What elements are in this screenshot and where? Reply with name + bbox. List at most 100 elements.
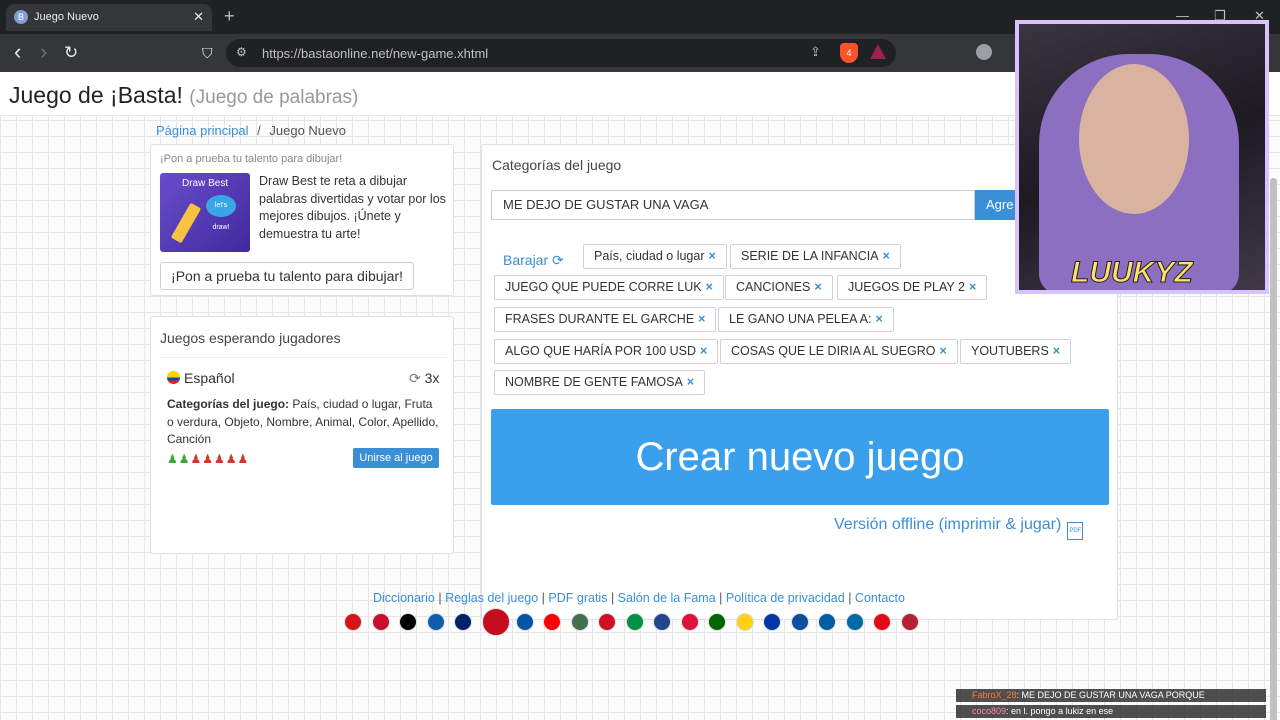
- chat-text: : en l. pongo a lukiz en ese: [1006, 706, 1114, 716]
- rounds-value: 3x: [424, 370, 440, 386]
- reload-button[interactable]: ↻: [64, 43, 78, 63]
- category-tag-label: COSAS QUE LE DIRIA AL SUEGRO: [731, 344, 936, 358]
- remove-tag-icon[interactable]: ×: [883, 249, 890, 263]
- category-tag: País, ciudad o lugar ×: [583, 244, 727, 269]
- address-bar[interactable]: ⚙ https://bastaonline.net/new-game.xhtml…: [226, 39, 896, 67]
- footer-separator: |: [438, 591, 442, 605]
- remove-tag-icon[interactable]: ×: [709, 249, 716, 263]
- new-tab-button[interactable]: +: [224, 6, 235, 27]
- flag-ru-icon[interactable]: [763, 613, 781, 631]
- remove-tag-icon[interactable]: ×: [687, 375, 694, 389]
- flag-si-icon[interactable]: [818, 613, 836, 631]
- streamer-name: LUUKYZ: [1071, 256, 1194, 290]
- draw-best-image-title: Draw Best: [182, 178, 229, 189]
- flag-cz-icon[interactable]: [344, 613, 362, 631]
- footer-link-diccionario[interactable]: Diccionario: [373, 591, 435, 605]
- site-favicon-icon: B: [14, 10, 28, 24]
- footer-link-pdf[interactable]: PDF gratis: [548, 591, 607, 605]
- footer-link-reglas[interactable]: Reglas del juego: [445, 591, 538, 605]
- breadcrumb-home-link[interactable]: Página principal: [156, 123, 249, 138]
- ecuador-flag-icon: [167, 371, 180, 384]
- bookmark-icon[interactable]: ⛉: [202, 45, 213, 62]
- extension-icon[interactable]: [976, 44, 992, 60]
- flag-id-icon[interactable]: [598, 613, 616, 631]
- flag-se-icon[interactable]: [845, 613, 864, 631]
- game-rounds: ⟳ 3x: [409, 370, 439, 387]
- flag-pl-icon[interactable]: [680, 613, 699, 631]
- shuffle-button[interactable]: Barajar ⟳: [503, 252, 564, 269]
- flag-sk-icon[interactable]: [790, 613, 809, 631]
- flag-fr-icon[interactable]: [515, 613, 534, 631]
- remove-tag-icon[interactable]: ×: [969, 280, 976, 294]
- flag-nl-icon[interactable]: [653, 613, 671, 631]
- offline-version-link[interactable]: Versión offline (imprimir & jugar) PDF: [834, 516, 1084, 540]
- page-title-text: Juego de ¡Basta!: [9, 82, 183, 108]
- flag-pt-icon[interactable]: [708, 613, 726, 631]
- category-tag-label: FRASES DURANTE EL GARCHE: [505, 312, 695, 326]
- remove-tag-icon[interactable]: ×: [814, 280, 821, 294]
- tab-close-icon[interactable]: ✕: [193, 9, 204, 25]
- breadcrumb: Página principal / Juego Nuevo: [156, 123, 346, 138]
- remove-tag-icon[interactable]: ×: [706, 280, 713, 294]
- url-text[interactable]: https://bastaonline.net/new-game.xhtml: [262, 46, 488, 61]
- game-language-label: Español: [184, 370, 235, 386]
- remove-tag-icon[interactable]: ×: [875, 312, 882, 326]
- chat-message: coco809: en l. pongo a lukiz en ese: [956, 705, 1266, 718]
- flag-gr-icon[interactable]: [426, 613, 445, 631]
- chat-username: FabroX_28: [972, 690, 1017, 700]
- flag-tr-icon[interactable]: [873, 613, 891, 631]
- remove-tag-icon[interactable]: ×: [700, 344, 707, 358]
- breadcrumb-current: Juego Nuevo: [269, 123, 347, 138]
- remove-tag-icon[interactable]: ×: [939, 344, 946, 358]
- draw-best-image[interactable]: Draw Best let's draw!: [160, 173, 250, 252]
- remove-tag-icon[interactable]: ×: [698, 312, 705, 326]
- footer-links: Diccionario | Reglas del juego | PDF gra…: [373, 591, 905, 605]
- category-tag-label: JUEGO QUE PUEDE CORRE LUK: [505, 280, 702, 294]
- join-game-button[interactable]: Unirse al juego: [353, 448, 439, 468]
- share-icon[interactable]: ⇪: [810, 44, 821, 60]
- category-tag-label: YOUTUBERS: [971, 344, 1049, 358]
- brave-shields-icon[interactable]: 4: [840, 43, 858, 63]
- chat-username: coco809: [972, 706, 1007, 716]
- footer-separator: |: [610, 591, 615, 605]
- page-title: Juego de ¡Basta! (Juego de palabras): [9, 82, 358, 109]
- site-settings-icon[interactable]: ⚙: [236, 45, 247, 59]
- flag-us-icon[interactable]: [900, 613, 919, 631]
- forward-button[interactable]: ›: [40, 39, 47, 65]
- flag-de-icon[interactable]: [399, 613, 417, 631]
- waiting-games-card: Juegos esperando jugadores Español ⟳ 3x …: [150, 316, 454, 554]
- game-categories: Categorías del juego: País, ciudad o lug…: [167, 396, 441, 449]
- add-category-button[interactable]: Agre: [975, 190, 1019, 220]
- flag-hu-icon[interactable]: [570, 613, 589, 631]
- pencil-icon: [170, 202, 202, 244]
- category-input[interactable]: ME DEJO DE GUSTAR UNA VAGA: [491, 190, 975, 220]
- speech-bubble-icon: let's draw!: [206, 195, 236, 231]
- promo-button[interactable]: ¡Pon a prueba tu talento para dibujar!: [160, 262, 414, 290]
- page-scrollbar[interactable]: [1270, 178, 1277, 720]
- streamer-face: [1079, 64, 1189, 214]
- flag-ro-icon[interactable]: [735, 613, 754, 631]
- flag-it-icon[interactable]: [625, 613, 644, 631]
- footer-link-contacto[interactable]: Contacto: [855, 591, 905, 605]
- footer-separator: |: [719, 591, 723, 605]
- footer-link-privacidad[interactable]: Política de privacidad: [726, 591, 845, 605]
- flag-gb-icon[interactable]: [454, 613, 472, 631]
- category-tag: YOUTUBERS ×: [960, 339, 1072, 364]
- category-tag: JUEGO QUE PUEDE CORRE LUK ×: [494, 275, 724, 300]
- create-game-button[interactable]: Crear nuevo juego: [491, 409, 1109, 505]
- rounds-icon: ⟳: [409, 370, 421, 386]
- category-tag: CANCIONES ×: [725, 275, 833, 300]
- back-button[interactable]: ‹: [14, 39, 21, 65]
- flag-dk-icon[interactable]: [371, 613, 390, 631]
- game-categories-label: Categorías del juego:: [167, 397, 290, 411]
- flag-es-icon[interactable]: [481, 608, 510, 636]
- remove-tag-icon[interactable]: ×: [1053, 344, 1060, 358]
- players-open-icon: ♟♟♟♟♟: [190, 452, 250, 466]
- brave-rewards-icon[interactable]: [870, 44, 886, 59]
- browser-tab[interactable]: B Juego Nuevo ✕: [6, 4, 212, 31]
- footer-link-salon[interactable]: Salón de la Fama: [618, 591, 716, 605]
- footer-separator: |: [541, 591, 545, 605]
- webcam-overlay: LUUKYZ: [1015, 20, 1269, 294]
- flag-hr-icon[interactable]: [543, 613, 561, 631]
- category-tag: FRASES DURANTE EL GARCHE ×: [494, 307, 717, 332]
